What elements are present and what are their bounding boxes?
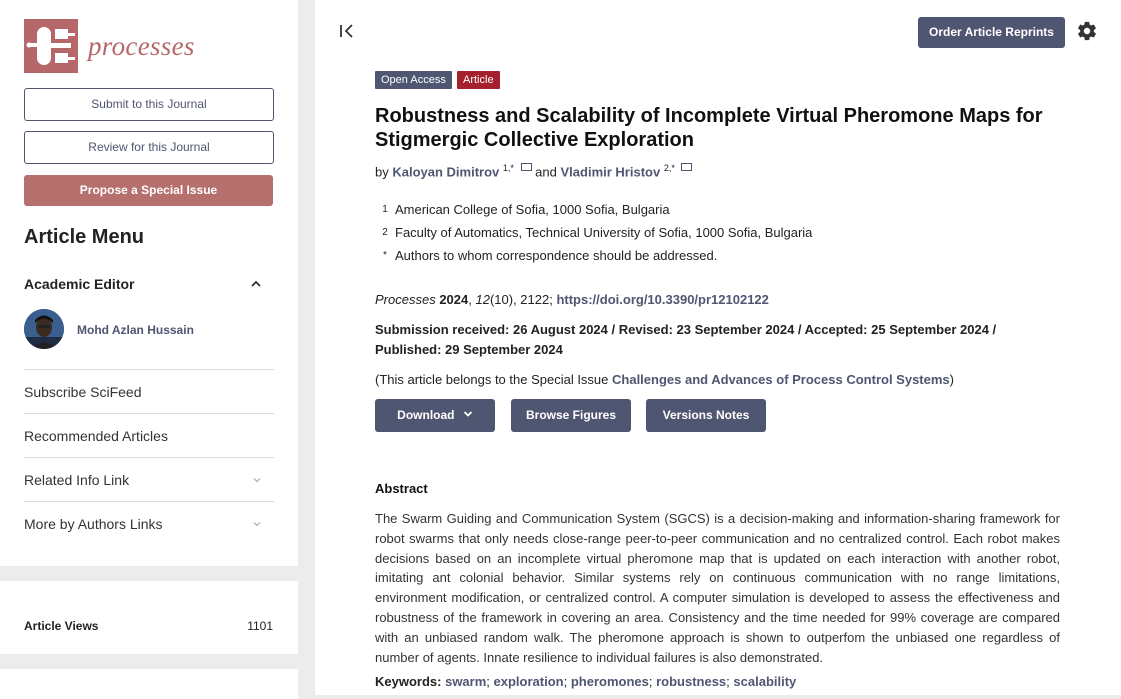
academic-editor-title[interactable]: Academic Editor [24, 276, 134, 292]
affiliation-item: * Authors to whom correspondence should b… [375, 248, 717, 263]
sidebar-item-more-by-authors[interactable]: More by Authors Links [24, 501, 274, 545]
versions-notes-button[interactable]: Versions Notes [646, 399, 766, 432]
sidebar-item-label: Related Info Link [24, 472, 130, 488]
article-views-card [0, 581, 298, 654]
affiliation-text: Authors to whom correspondence should be… [395, 248, 718, 263]
affiliation-text: Faculty of Automatics, Technical Univers… [395, 225, 813, 240]
special-issue-link[interactable]: Challenges and Advances of Process Contr… [612, 372, 950, 387]
article-type-badge: Article [457, 71, 500, 89]
article-views-count: 1101 [247, 619, 273, 633]
keyword-link[interactable]: robustness [656, 674, 726, 689]
affiliation-item: 2 Faculty of Automatics, Technical Univer… [375, 225, 812, 240]
chevron-down-icon [463, 411, 472, 417]
collapse-sidebar-icon[interactable] [339, 23, 357, 39]
download-button[interactable]: Download [375, 399, 495, 432]
download-label: Download [397, 408, 455, 422]
affiliation-item: 1 American College of Sofia, 1000 Sofia, … [375, 202, 670, 217]
affiliation-text: American College of Sofia, 1000 Sofia, B… [395, 202, 670, 217]
chevron-down-icon [253, 478, 261, 483]
citation-year: 2024 [439, 292, 469, 307]
academic-editor-link[interactable]: Mohd Azlan Hussain [77, 323, 194, 337]
by-label: by [375, 164, 389, 180]
special-issue-line: (This article belongs to the Special Iss… [375, 372, 954, 387]
affiliation-number: 1 [382, 204, 388, 215]
propose-special-issue-button[interactable]: Propose a Special Issue [24, 175, 273, 206]
sidebar-item-related-info-link[interactable]: Related Info Link [24, 457, 274, 501]
keyword-link[interactable]: exploration [494, 674, 564, 689]
and-label: and [535, 164, 557, 180]
affiliation-number: 2 [382, 227, 388, 238]
email-icon[interactable] [681, 163, 693, 172]
open-access-badge[interactable]: Open Access [375, 71, 452, 89]
chevron-up-icon[interactable] [250, 278, 262, 290]
gear-icon[interactable] [1076, 20, 1098, 42]
keyword-link[interactable]: swarm [445, 674, 486, 689]
review-journal-button[interactable]: Review for this Journal [24, 131, 274, 164]
avatar[interactable] [24, 309, 64, 349]
journal-name[interactable]: processes [88, 31, 195, 62]
citation-volume: 12 [475, 292, 490, 307]
author-link[interactable]: Kaloyan Dimitrov [392, 164, 499, 179]
author-line: by Kaloyan Dimitrov 1,* and Vladimir Hri… [375, 163, 693, 180]
browse-figures-button[interactable]: Browse Figures [511, 399, 631, 432]
affiliation-number: * [383, 250, 387, 261]
publication-dates: Submission received: 26 August 2024 / Re… [375, 322, 997, 357]
sidebar-item-label: More by Authors Links [24, 516, 163, 532]
keywords-label: Keywords: [375, 674, 442, 689]
author-link[interactable]: Vladimir Hristov [561, 164, 661, 179]
sidebar-item-subscribe-scifeed[interactable]: Subscribe SciFeed [24, 369, 274, 413]
citation-line: Processes 2024, 12(10), 2122; https://do… [375, 292, 769, 307]
journal-logo-icon[interactable] [24, 19, 78, 73]
article-menu-title: Article Menu [24, 226, 145, 248]
chevron-down-icon [253, 522, 261, 527]
sidebar-item-recommended-articles[interactable]: Recommended Articles [24, 413, 274, 457]
sidebar-item-label: Subscribe SciFeed [24, 384, 142, 400]
article-views-label: Article Views [24, 619, 99, 633]
abstract-text: The Swarm Guiding and Communication Syst… [375, 511, 1060, 665]
author-affiliation-sup: 2,* [663, 163, 675, 173]
keyword-link[interactable]: pheromones [571, 674, 649, 689]
article-title: Robustness and Scalability of Incomplete… [375, 105, 1043, 151]
order-reprints-button[interactable]: Order Article Reprints [918, 17, 1065, 48]
submit-journal-button[interactable]: Submit to this Journal [24, 88, 274, 121]
abstract-heading: Abstract [375, 481, 428, 496]
left-sidebar: processes Submit to this Journal Review … [0, 0, 298, 699]
email-icon[interactable] [520, 163, 532, 172]
special-issue-prefix: (This article belongs to the Special Iss… [375, 372, 613, 387]
author-affiliation-sup: 1,* [502, 163, 514, 173]
sidebar-item-label: Recommended Articles [24, 428, 168, 444]
doi-link[interactable]: https://doi.org/10.3390/pr12102122 [556, 292, 768, 307]
citation-journal: Processes [375, 292, 436, 307]
citation-issue: (10), 2122; [489, 292, 557, 307]
special-issue-suffix: ) [949, 372, 954, 387]
keywords-line: Keywords: swarm; exploration; pheromones… [375, 674, 797, 689]
keyword-link[interactable]: scalability [733, 674, 796, 689]
